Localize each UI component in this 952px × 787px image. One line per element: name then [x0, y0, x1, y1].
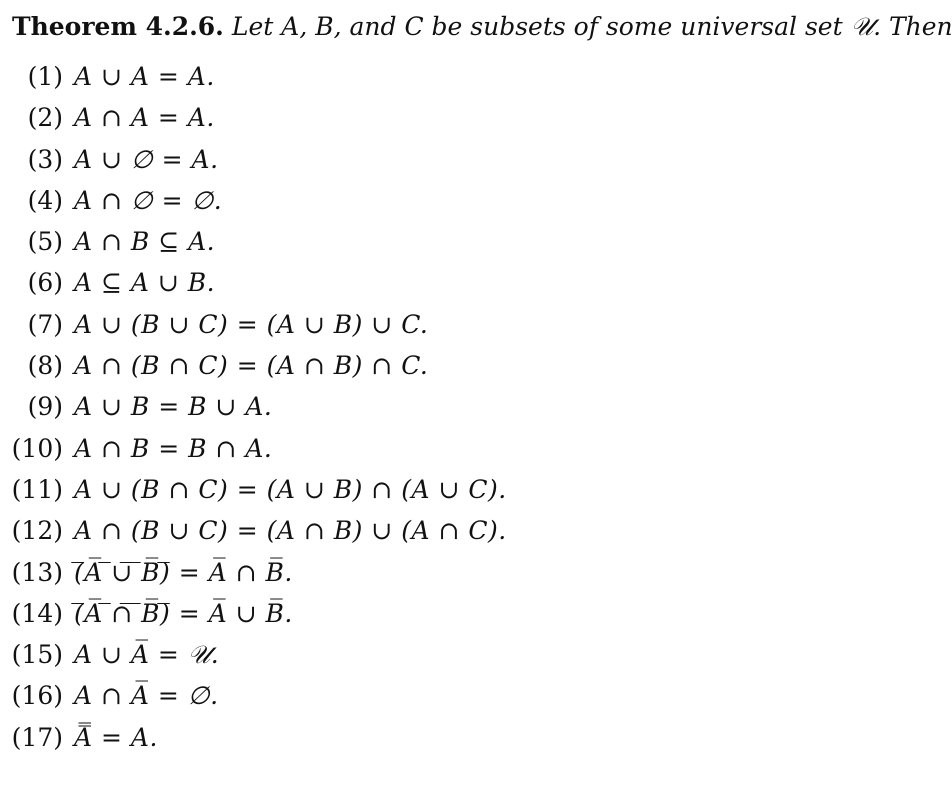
theorem-item: (6) A ⊆ A ∪ B. — [0, 262, 952, 303]
item-formula: A ∩ (B ∩ C) = (A ∩ B) ∩ C. — [74, 351, 429, 381]
theorem-item: (17) A̿ = A. — [0, 717, 952, 758]
item-formula: A ∩ ∅ = ∅. — [74, 185, 223, 215]
item-number: (15) — [11, 640, 63, 670]
item-formula: (̅A̅ ̅∪̅ ̅B̅)̅ = A̅ ∩ B̅. — [74, 557, 293, 587]
item-formula: A ∩ B = B ∩ A. — [74, 433, 273, 463]
item-formula: A ∩ B ⊆ A. — [74, 227, 216, 257]
item-formula: A ∪ ∅ = A. — [74, 144, 219, 174]
theorem-item: (9) A ∪ B = B ∪ A. — [0, 386, 952, 427]
item-number: (3) — [27, 144, 63, 174]
item-number: (7) — [27, 309, 63, 339]
item-formula: A ∪ (B ∩ C) = (A ∪ B) ∩ (A ∪ C). — [74, 474, 507, 504]
theorem-item: (4) A ∩ ∅ = ∅. — [0, 180, 952, 221]
item-number: (9) — [27, 392, 63, 422]
theorem-item: (11) A ∪ (B ∩ C) = (A ∪ B) ∩ (A ∪ C). — [0, 469, 952, 510]
theorem-item: (14) (̅A̅ ̅∩̅ ̅B̅)̅ = A̅ ∪ B̅. — [0, 593, 952, 634]
item-number: (10) — [11, 433, 63, 463]
theorem-item: (1) A ∪ A = A. — [0, 56, 952, 97]
theorem-page: Theorem 4.2.6. Let A, B, and C be subsets… — [0, 0, 952, 787]
item-formula: A ∪ A = A. — [74, 62, 215, 91]
item-formula: A ⊆ A ∪ B. — [74, 268, 216, 298]
item-number: (1) — [27, 62, 63, 91]
item-formula: A ∩ (B ∪ C) = (A ∩ B) ∪ (A ∩ C). — [74, 516, 507, 546]
theorem-item: (7) A ∪ (B ∪ C) = (A ∪ B) ∪ C. — [0, 304, 952, 345]
item-number: (11) — [11, 474, 63, 504]
item-number: (2) — [27, 103, 63, 133]
item-formula: A ∪ A̅ = 𝒰. — [74, 640, 220, 670]
item-formula: A ∩ A̅ = ∅. — [74, 681, 219, 711]
theorem-header: Theorem 4.2.6. Let A, B, and C be subsets… — [12, 10, 952, 44]
theorem-item: (2) A ∩ A = A. — [0, 97, 952, 138]
theorem-item: (15) A ∪ A̅ = 𝒰. — [0, 634, 952, 675]
item-number: (16) — [11, 681, 63, 711]
item-number: (14) — [11, 598, 63, 628]
item-number: (4) — [27, 185, 63, 215]
item-number: (8) — [27, 351, 63, 381]
item-formula: A ∩ A = A. — [74, 103, 215, 133]
item-formula: (̅A̅ ̅∩̅ ̅B̅)̅ = A̅ ∪ B̅. — [74, 598, 293, 628]
item-formula: A ∪ (B ∪ C) = (A ∪ B) ∪ C. — [74, 309, 429, 339]
item-number: (6) — [27, 268, 63, 298]
theorem-item: (5) A ∩ B ⊆ A. — [0, 221, 952, 262]
item-formula: A̿ = A. — [74, 722, 158, 752]
theorem-label: Theorem 4.2.6. — [12, 12, 224, 41]
theorem-item: (13) (̅A̅ ̅∪̅ ̅B̅)̅ = A̅ ∩ B̅. — [0, 552, 952, 593]
item-number: (17) — [11, 722, 63, 752]
item-number: (13) — [11, 557, 63, 587]
theorem-item: (12) A ∩ (B ∪ C) = (A ∩ B) ∪ (A ∩ C). — [0, 510, 952, 551]
item-formula: A ∪ B = B ∪ A. — [74, 392, 273, 422]
item-number: (5) — [27, 227, 63, 257]
theorem-item: (3) A ∪ ∅ = A. — [0, 139, 952, 180]
theorem-item: (8) A ∩ (B ∩ C) = (A ∩ B) ∩ C. — [0, 345, 952, 386]
theorem-item-list: (1) A ∪ A = A. (2) A ∩ A = A. (3) A ∪ ∅ = A… — [0, 56, 952, 758]
theorem-item: (16) A ∩ A̅ = ∅. — [0, 675, 952, 716]
theorem-intro: Let A, B, and C be subsets of some unive… — [231, 12, 952, 41]
theorem-item: (10) A ∩ B = B ∩ A. — [0, 428, 952, 469]
item-number: (12) — [11, 516, 63, 546]
